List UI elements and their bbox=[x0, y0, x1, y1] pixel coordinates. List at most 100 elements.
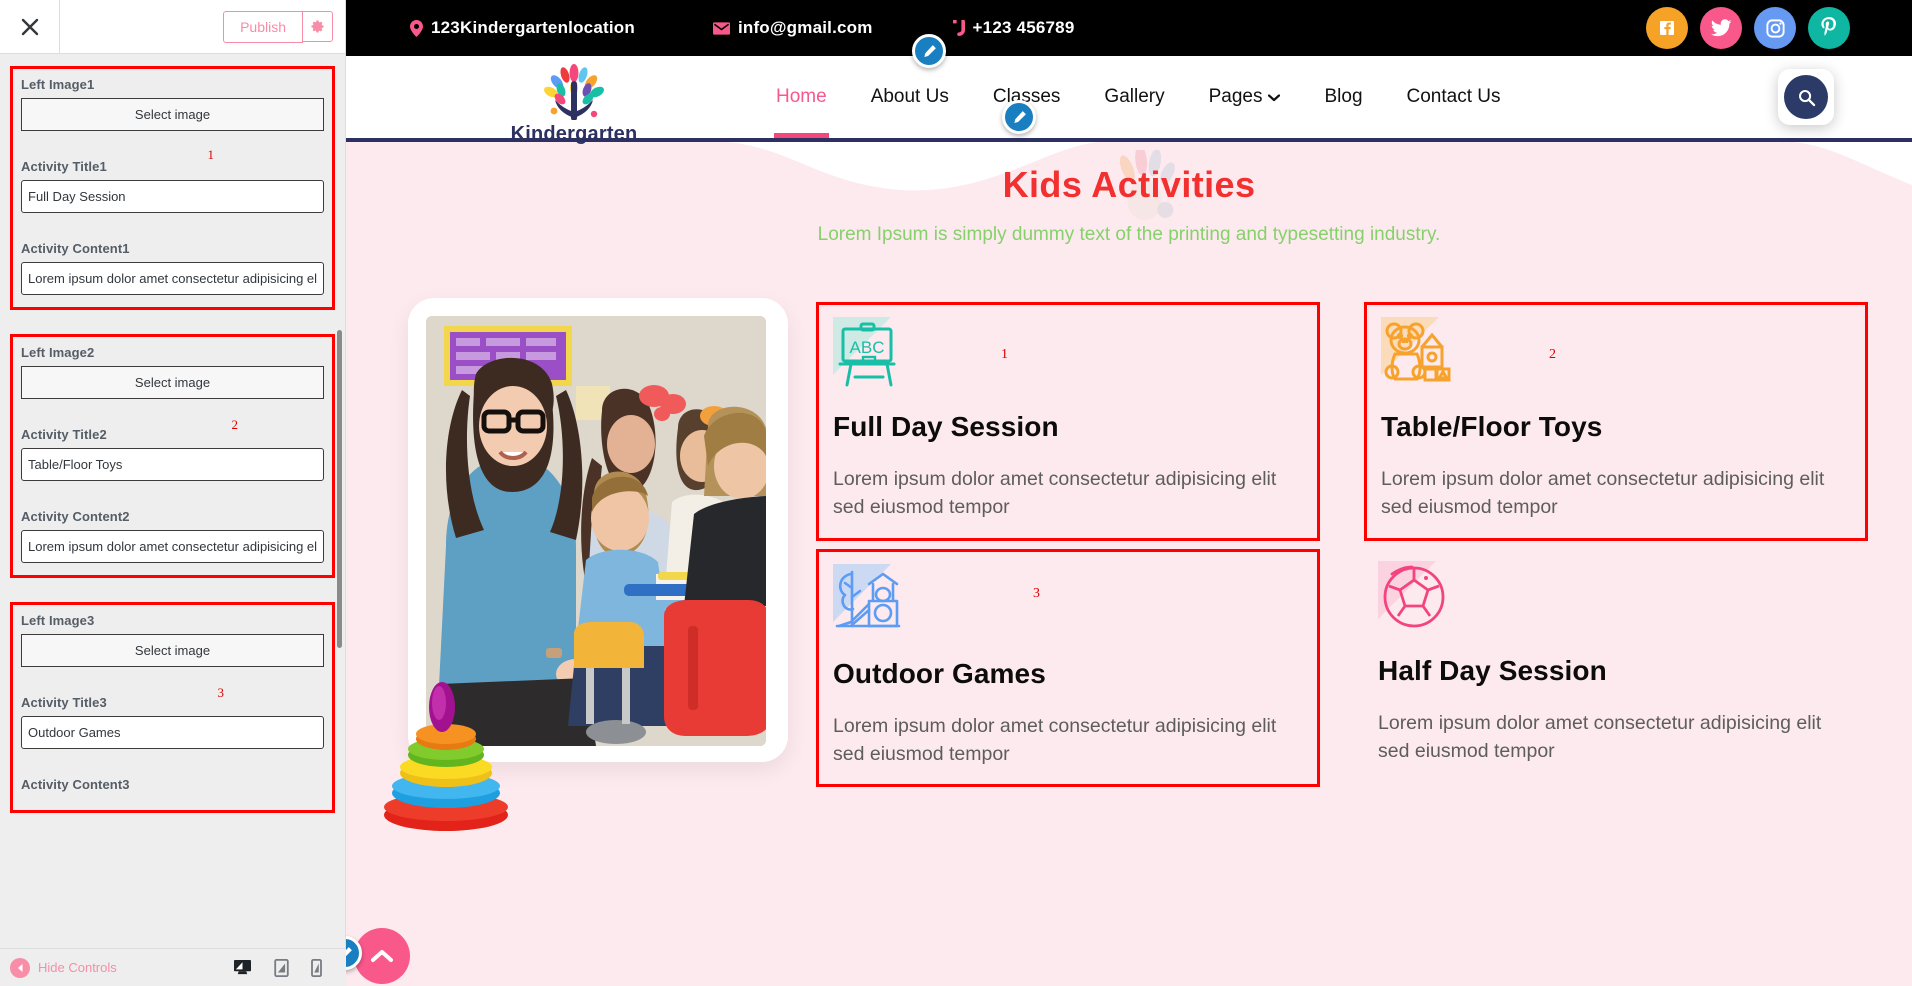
nav-item-gallery[interactable]: Gallery bbox=[1102, 60, 1166, 134]
hide-controls-label: Hide Controls bbox=[38, 960, 117, 975]
nav-item-contact-us[interactable]: Contact Us bbox=[1405, 60, 1503, 134]
pinterest-icon[interactable] bbox=[1808, 7, 1850, 49]
nav-item-home[interactable]: Home bbox=[774, 60, 829, 138]
search-icon bbox=[1784, 75, 1828, 119]
activity-title-2-input[interactable] bbox=[21, 448, 324, 481]
sidebar-scrollbar[interactable] bbox=[337, 330, 342, 648]
nav-item-blog[interactable]: Blog bbox=[1322, 60, 1364, 134]
card-text: Lorem ipsum dolor amet consectetur adipi… bbox=[833, 468, 1277, 519]
activity-card-half-day-session[interactable]: Half Day Session Lorem ipsum dolor amet … bbox=[1364, 549, 1868, 788]
svg-text:ABC: ABC bbox=[850, 338, 885, 357]
card-text: Lorem ipsum dolor amet consectetur adipi… bbox=[1378, 711, 1822, 762]
left-image-2-label: Left Image2 bbox=[21, 345, 95, 360]
nav-label: About Us bbox=[870, 86, 949, 107]
group-number: 2 bbox=[231, 417, 239, 432]
email-item[interactable]: info@gmail.com bbox=[712, 18, 873, 38]
activity-content-3-label: Activity Content3 bbox=[21, 777, 130, 792]
nav-label: Blog bbox=[1324, 86, 1363, 107]
chevron-up-icon bbox=[371, 950, 393, 962]
activity-card-outdoor-games[interactable]: 3 Outdoor Games Lorem ipsum dolor amet c… bbox=[816, 548, 1320, 788]
phone-item[interactable]: +123 456789 bbox=[951, 18, 1075, 38]
kids-activities-section: Kids Activities Lorem Ipsum is simply du… bbox=[346, 142, 1912, 986]
card-number: 1 bbox=[1001, 347, 1008, 362]
select-image-3-button[interactable]: Select image bbox=[21, 634, 324, 667]
tree-logo-icon bbox=[544, 64, 604, 121]
activities-body: 1 ABC Full Day Session Lorem ipsum dolor… bbox=[346, 246, 1912, 832]
card-text: Lorem ipsum dolor amet consectetur adipi… bbox=[1381, 468, 1825, 519]
nav-label: Gallery bbox=[1104, 86, 1165, 107]
activity-card-full-day-session[interactable]: 1 ABC Full Day Session Lorem ipsum dolor… bbox=[816, 302, 1320, 541]
page-title: Kids Activities bbox=[1002, 164, 1256, 205]
scroll-to-top-button[interactable] bbox=[354, 928, 410, 984]
device-preview-group bbox=[233, 958, 336, 977]
instagram-icon[interactable] bbox=[1754, 7, 1796, 49]
edit-topbar-badge[interactable] bbox=[912, 34, 946, 68]
edit-nav-badge[interactable] bbox=[1002, 100, 1036, 134]
activity-content-1-label: Activity Content1 bbox=[21, 241, 130, 256]
brand-name: Kindergarten bbox=[510, 123, 638, 145]
card-number: 3 bbox=[1033, 585, 1040, 601]
nav-item-pages[interactable]: Pages bbox=[1207, 60, 1283, 134]
activity-content-2-input[interactable] bbox=[21, 530, 324, 563]
twitter-icon[interactable] bbox=[1700, 7, 1742, 49]
abc-easel-icon: ABC bbox=[833, 317, 905, 389]
card-text: Lorem ipsum dolor amet consectetur adipi… bbox=[833, 714, 1277, 765]
contact-info-group: 123Kindergartenlocation info@gmail.com +… bbox=[410, 18, 1075, 38]
activity-title-1-input[interactable] bbox=[21, 180, 324, 213]
playground-slide-icon bbox=[833, 563, 905, 636]
left-image-1-label: Left Image1 bbox=[21, 77, 95, 92]
chevron-left-icon bbox=[10, 957, 30, 978]
location-text: 123Kindergartenlocation bbox=[431, 18, 635, 37]
phone-icon bbox=[951, 20, 965, 36]
nav-label: Home bbox=[776, 86, 827, 107]
activity-card-table-floor-toys[interactable]: 2 Table/Floor Toys Lorem ipsum dolor ame… bbox=[1364, 302, 1868, 541]
card-title: Table/Floor Toys bbox=[1381, 411, 1603, 442]
group-number: 3 bbox=[217, 685, 225, 700]
nav-item-about-us[interactable]: About Us bbox=[869, 60, 951, 134]
card-number: 2 bbox=[1549, 347, 1556, 362]
customizer-topbar: Publish bbox=[0, 0, 345, 54]
select-image-1-button[interactable]: Select image bbox=[21, 98, 324, 131]
activity-title-2-label: Activity Title2 bbox=[21, 427, 107, 442]
desktop-preview-icon[interactable] bbox=[233, 959, 252, 976]
section-subtitle: Lorem Ipsum is simply dummy text of the … bbox=[817, 224, 1441, 245]
customizer-bottombar: Hide Controls bbox=[0, 948, 346, 986]
customizer-sidebar: Publish 1 Left Image1 Select image Activ… bbox=[0, 0, 346, 986]
location-item[interactable]: 123Kindergartenlocation bbox=[410, 18, 635, 38]
teddy-bear-icon bbox=[1381, 317, 1453, 389]
card-title: Full Day Session bbox=[833, 411, 1059, 442]
group-number: 1 bbox=[207, 147, 215, 162]
phone-text: +123 456789 bbox=[972, 18, 1075, 37]
mobile-preview-icon[interactable] bbox=[311, 958, 322, 977]
activity-cards-grid: 1 ABC Full Day Session Lorem ipsum dolor… bbox=[816, 298, 1868, 788]
ring-stacker-toy-icon bbox=[384, 682, 508, 832]
site-navbar: Kindergarten Home About Us Classes Galle… bbox=[346, 56, 1912, 145]
site-preview: 123Kindergartenlocation info@gmail.com +… bbox=[346, 0, 1912, 986]
facebook-icon[interactable] bbox=[1646, 7, 1688, 49]
select-image-2-button[interactable]: Select image bbox=[21, 366, 324, 399]
search-button[interactable] bbox=[1778, 69, 1834, 125]
activity-group-1: 1 Left Image1 Select image Activity Titl… bbox=[10, 66, 335, 310]
tablet-preview-icon[interactable] bbox=[274, 958, 289, 977]
hide-controls-button[interactable]: Hide Controls bbox=[10, 957, 117, 978]
activity-title-3-input[interactable] bbox=[21, 716, 324, 749]
customizer-app: Publish 1 Left Image1 Select image Activ… bbox=[0, 0, 1912, 986]
customizer-scroll-area[interactable]: 1 Left Image1 Select image Activity Titl… bbox=[0, 54, 345, 948]
chevron-down-icon bbox=[1268, 86, 1281, 108]
publish-button[interactable]: Publish bbox=[223, 10, 303, 43]
email-text: info@gmail.com bbox=[737, 18, 873, 37]
site-logo[interactable]: Kindergarten bbox=[498, 64, 650, 146]
card-title: Outdoor Games bbox=[833, 657, 1046, 689]
social-links bbox=[1646, 7, 1850, 49]
close-icon[interactable] bbox=[0, 0, 60, 53]
card-title: Half Day Session bbox=[1378, 654, 1607, 686]
activity-content-2-label: Activity Content2 bbox=[21, 509, 130, 524]
gear-icon[interactable] bbox=[303, 11, 333, 42]
classroom-photo-column bbox=[384, 298, 794, 832]
section-heading-wrap: Kids Activities bbox=[346, 142, 1912, 221]
activity-content-1-input[interactable] bbox=[21, 262, 324, 295]
